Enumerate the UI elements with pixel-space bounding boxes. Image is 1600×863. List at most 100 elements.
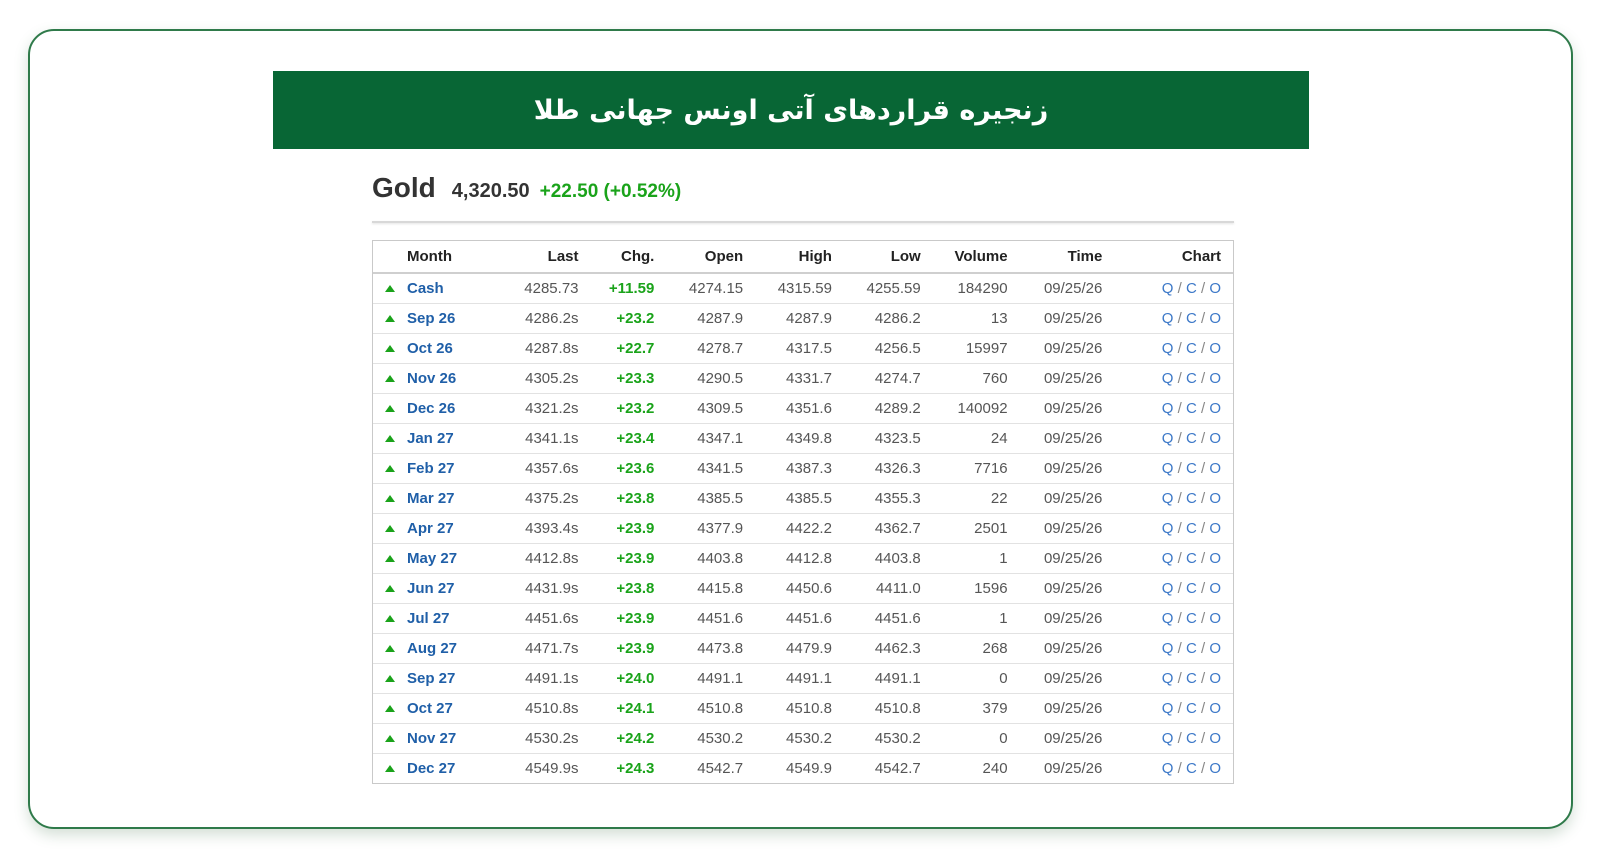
column-header-last[interactable]: Last (499, 241, 591, 274)
quote-link[interactable]: Q (1162, 760, 1174, 777)
options-link[interactable]: O (1209, 640, 1221, 657)
quote-link[interactable]: Q (1162, 280, 1174, 297)
options-link[interactable]: O (1209, 370, 1221, 387)
chart-links-cell: Q / C / O (1114, 273, 1233, 304)
quote-link[interactable]: Q (1162, 670, 1174, 687)
contract-month-link[interactable]: May 27 (407, 550, 457, 567)
chart-link[interactable]: C (1186, 730, 1197, 747)
link-separator: / (1177, 340, 1182, 357)
contract-month-link[interactable]: Apr 27 (407, 520, 454, 537)
contract-month-link[interactable]: Nov 27 (407, 730, 456, 747)
contract-month-link[interactable]: Dec 27 (407, 760, 455, 777)
change-cell: +23.2 (590, 303, 667, 334)
contract-month-link[interactable]: Jun 27 (407, 580, 455, 597)
chart-link[interactable]: C (1186, 490, 1197, 507)
change-cell: +24.3 (616, 760, 655, 777)
column-header-low[interactable]: Low (843, 241, 933, 274)
quote-link[interactable]: Q (1162, 460, 1174, 477)
open-cell: 4347.1 (666, 423, 756, 454)
chart-link[interactable]: C (1186, 760, 1197, 777)
options-link[interactable]: O (1209, 700, 1221, 717)
contract-month-link[interactable]: Jan 27 (407, 430, 454, 447)
contract-month-link[interactable]: Oct 27 (407, 700, 453, 717)
chart-links-cell: Q / C / O (1114, 754, 1233, 784)
contract-month-link[interactable]: Jul 27 (407, 610, 450, 627)
contract-month-link[interactable]: Mar 27 (407, 490, 455, 507)
chart-link[interactable]: C (1186, 310, 1197, 327)
column-header-chg[interactable]: Chg. (590, 241, 667, 274)
quote-link[interactable]: Q (1162, 580, 1174, 597)
link-separator: / (1200, 340, 1206, 357)
quote-link[interactable]: Q (1162, 550, 1174, 567)
contract-month-link[interactable]: Cash (407, 280, 444, 297)
quote-link[interactable]: Q (1162, 490, 1174, 507)
quote-link[interactable]: Q (1162, 700, 1174, 717)
contract-month-link[interactable]: Sep 26 (407, 310, 455, 327)
chart-link[interactable]: C (1186, 460, 1197, 477)
column-header-volume[interactable]: Volume (932, 241, 1020, 274)
chart-link[interactable]: C (1186, 580, 1197, 597)
contract-month-link[interactable]: Sep 27 (407, 670, 455, 687)
change-cell: +23.9 (590, 543, 667, 574)
chart-link[interactable]: C (1186, 550, 1197, 567)
options-link[interactable]: O (1209, 430, 1221, 447)
options-link[interactable]: O (1209, 340, 1221, 357)
month-cell: Nov 27 (373, 723, 500, 754)
options-link[interactable]: O (1209, 760, 1221, 777)
options-link[interactable]: O (1209, 730, 1221, 747)
options-link[interactable]: O (1209, 280, 1221, 297)
high-cell: 4491.1 (755, 663, 844, 694)
chart-link[interactable]: C (1186, 640, 1197, 657)
quote-link[interactable]: Q (1162, 310, 1174, 327)
table-row: Oct 27 4510.8s +24.1 4510.8 4510.8 4510.8 379 0… (373, 693, 1233, 724)
column-header-open[interactable]: Open (666, 241, 756, 274)
high-cell: 4349.8 (755, 423, 844, 454)
chart-link[interactable]: C (1186, 370, 1197, 387)
link-separator: / (1200, 550, 1206, 567)
contract-month-link[interactable]: Oct 26 (407, 340, 453, 357)
chart-link[interactable]: C (1186, 430, 1197, 447)
quote-link[interactable]: Q (1162, 400, 1174, 417)
quote-link[interactable]: Q (1162, 430, 1174, 447)
options-link[interactable]: O (1209, 400, 1221, 417)
chart-link[interactable]: C (1186, 700, 1197, 717)
low-cell: 4491.1 (843, 663, 933, 694)
month-cell: Feb 27 (373, 453, 500, 484)
options-link[interactable]: O (1209, 310, 1221, 327)
quote-link[interactable]: Q (1162, 370, 1174, 387)
chart-link[interactable]: C (1186, 670, 1197, 687)
quote-link[interactable]: Q (1162, 640, 1174, 657)
options-link[interactable]: O (1209, 520, 1221, 537)
column-header-month[interactable]: Month (373, 241, 500, 274)
column-header-high[interactable]: High (755, 241, 844, 274)
quote-link[interactable]: Q (1162, 520, 1174, 537)
month-cell: Sep 27 (373, 663, 500, 694)
chart-link[interactable]: C (1186, 340, 1197, 357)
volume-cell: 240 (982, 760, 1008, 777)
column-header-time[interactable]: Time (1019, 241, 1115, 274)
contract-month-link[interactable]: Feb 27 (407, 460, 455, 477)
volume-cell: 7716 (932, 453, 1020, 484)
quote-link[interactable]: Q (1162, 610, 1174, 627)
link-separator: / (1177, 670, 1182, 687)
last-cell: 4510.8s (499, 693, 591, 724)
options-link[interactable]: O (1209, 670, 1221, 687)
chart-link[interactable]: C (1186, 280, 1197, 297)
month-cell: Cash (373, 273, 500, 304)
options-link[interactable]: O (1209, 550, 1221, 567)
options-link[interactable]: O (1209, 460, 1221, 477)
quote-link[interactable]: Q (1162, 730, 1174, 747)
quote-link[interactable]: Q (1162, 340, 1174, 357)
options-link[interactable]: O (1209, 580, 1221, 597)
options-link[interactable]: O (1209, 610, 1221, 627)
chart-link[interactable]: C (1186, 400, 1197, 417)
contract-month-link[interactable]: Aug 27 (407, 640, 457, 657)
chart-link[interactable]: C (1186, 610, 1197, 627)
link-separator: / (1177, 730, 1182, 747)
options-link[interactable]: O (1209, 490, 1221, 507)
instrument-change: +22.50 (+0.52%) (539, 181, 682, 202)
month-cell: Mar 27 (373, 483, 500, 514)
contract-month-link[interactable]: Dec 26 (407, 400, 455, 417)
chart-link[interactable]: C (1186, 520, 1197, 537)
contract-month-link[interactable]: Nov 26 (407, 370, 456, 387)
